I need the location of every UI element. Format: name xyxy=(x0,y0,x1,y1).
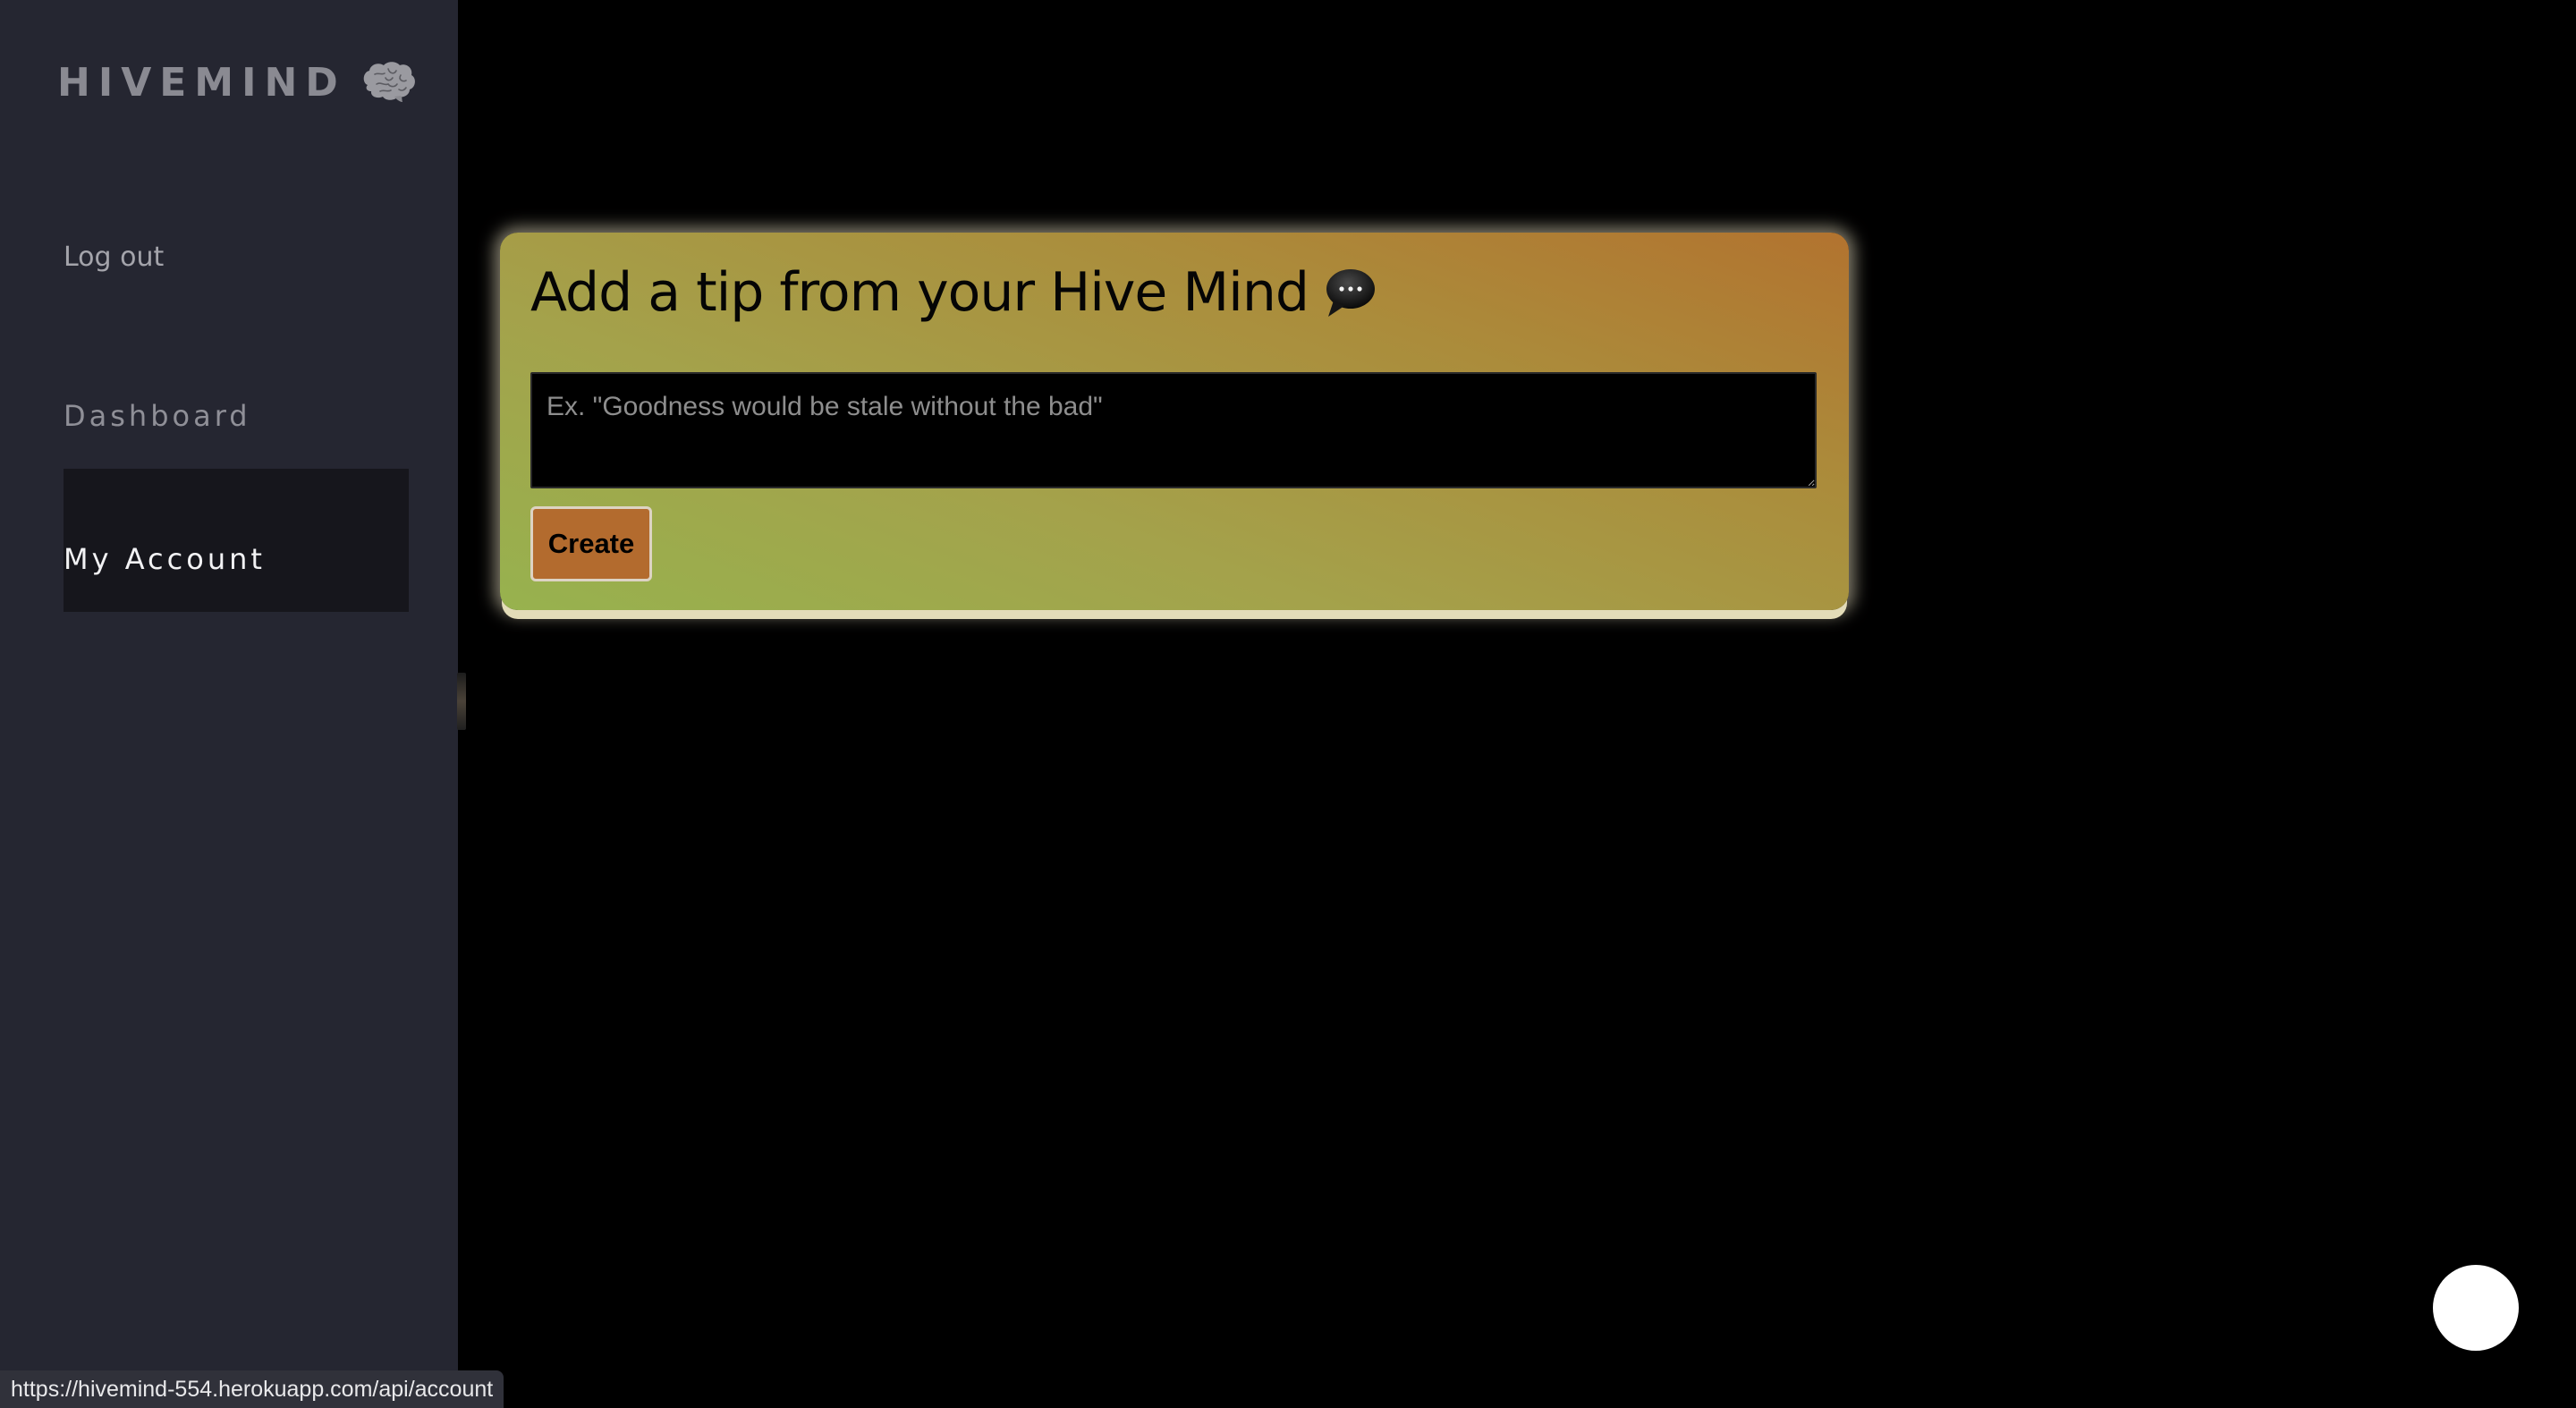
card-title-text: Add a tip from your Hive Mind xyxy=(530,261,1309,324)
card-title: Add a tip from your Hive Mind xyxy=(530,261,1377,324)
brain-icon xyxy=(359,60,418,105)
create-button[interactable]: Create xyxy=(530,506,652,581)
sidebar-edge-artifact xyxy=(457,673,466,730)
nav-item-dashboard[interactable]: Dashboard xyxy=(64,399,251,433)
nav-item-my-account-label: My Account xyxy=(64,542,266,576)
link-status-bar: https://hivemind-554.herokuapp.com/api/a… xyxy=(0,1370,504,1408)
sidebar: HIVEMIND Log out Dashboard My Account xyxy=(0,0,458,1408)
tip-input[interactable] xyxy=(530,372,1817,488)
speech-bubble-icon xyxy=(1321,265,1377,320)
brand-name: HIVEMIND xyxy=(57,59,346,106)
add-tip-card: Add a tip from your Hive Mind Create xyxy=(500,233,1849,610)
chat-launcher-button[interactable] xyxy=(2433,1265,2519,1351)
logout-link[interactable]: Log out xyxy=(64,242,164,273)
nav-item-my-account[interactable]: My Account xyxy=(64,469,409,612)
brand-logo[interactable]: HIVEMIND xyxy=(57,57,418,107)
